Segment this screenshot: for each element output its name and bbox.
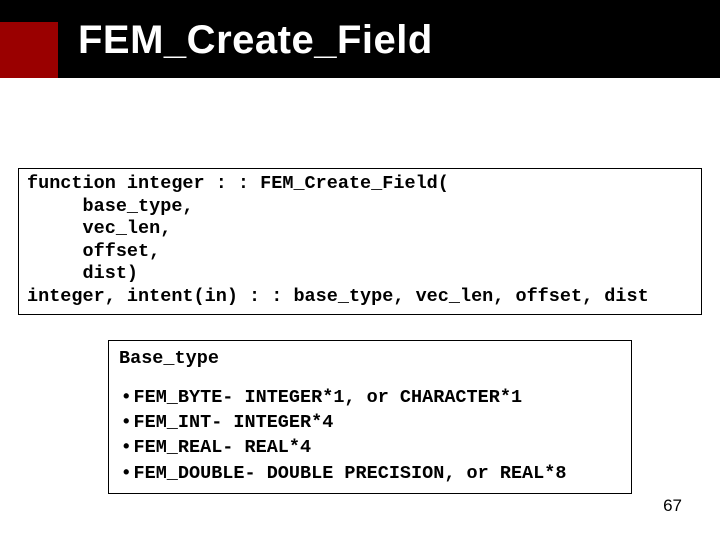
list-item: FEM_BYTE- INTEGER*1, or CHARACTER*1	[123, 384, 621, 409]
code-block-function-signature: function integer : : FEM_Create_Field( b…	[18, 168, 702, 315]
header-accent-square	[0, 22, 58, 78]
list-item: FEM_INT- INTEGER*4	[123, 409, 621, 434]
base-type-list: FEM_BYTE- INTEGER*1, or CHARACTER*1 FEM_…	[119, 384, 621, 485]
slide-title: FEM_Create_Field	[78, 18, 433, 63]
code-block-base-type: Base_type FEM_BYTE- INTEGER*1, or CHARAC…	[108, 340, 632, 494]
list-item: FEM_DOUBLE- DOUBLE PRECISION, or REAL*8	[123, 460, 621, 485]
list-item: FEM_REAL- REAL*4	[123, 434, 621, 459]
page-number: 67	[663, 496, 682, 516]
base-type-heading: Base_type	[119, 347, 621, 370]
